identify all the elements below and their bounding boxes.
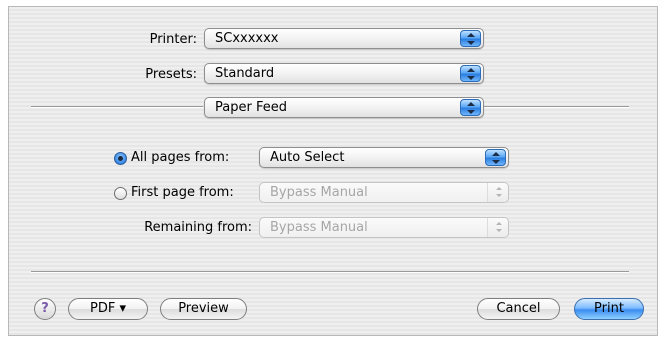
panel-separator-left — [31, 106, 203, 108]
popup-arrows-icon — [485, 149, 506, 166]
popup-arrows-icon — [460, 30, 481, 47]
presets-label: Presets: — [145, 67, 197, 82]
footer-separator — [31, 271, 629, 273]
remaining-label: Remaining from: — [144, 220, 252, 235]
presets-value: Standard — [215, 66, 275, 81]
first-page-label[interactable]: First page from: — [131, 185, 234, 200]
first-page-radio[interactable] — [114, 187, 127, 200]
popup-arrows-icon — [487, 183, 508, 202]
remaining-value: Bypass Manual — [270, 220, 368, 235]
print-button[interactable]: Print — [574, 298, 644, 320]
pdf-button[interactable]: PDF ▾ — [68, 298, 148, 320]
preview-button[interactable]: Preview — [160, 298, 247, 320]
cancel-button[interactable]: Cancel — [477, 298, 560, 320]
help-button[interactable]: ? — [34, 298, 56, 320]
printer-popup[interactable]: SCxxxxxx — [204, 28, 484, 49]
panel-value: Paper Feed — [215, 100, 287, 115]
first-page-value: Bypass Manual — [270, 185, 368, 200]
popup-arrows-icon — [487, 218, 508, 237]
remaining-popup[interactable]: Bypass Manual — [259, 217, 509, 238]
presets-popup[interactable]: Standard — [204, 63, 484, 84]
print-dialog: Printer: SCxxxxxx Presets: Standard Pape… — [8, 6, 658, 336]
printer-label: Printer: — [149, 32, 197, 47]
panel-separator-right — [484, 106, 629, 108]
all-pages-popup[interactable]: Auto Select — [259, 147, 509, 168]
all-pages-value: Auto Select — [270, 150, 345, 165]
popup-arrows-icon — [460, 65, 481, 82]
all-pages-radio[interactable] — [114, 152, 127, 165]
printer-value: SCxxxxxx — [215, 31, 279, 46]
panel-popup[interactable]: Paper Feed — [204, 97, 484, 118]
first-page-popup[interactable]: Bypass Manual — [259, 182, 509, 203]
popup-arrows-icon — [460, 99, 481, 116]
all-pages-label[interactable]: All pages from: — [131, 150, 229, 165]
